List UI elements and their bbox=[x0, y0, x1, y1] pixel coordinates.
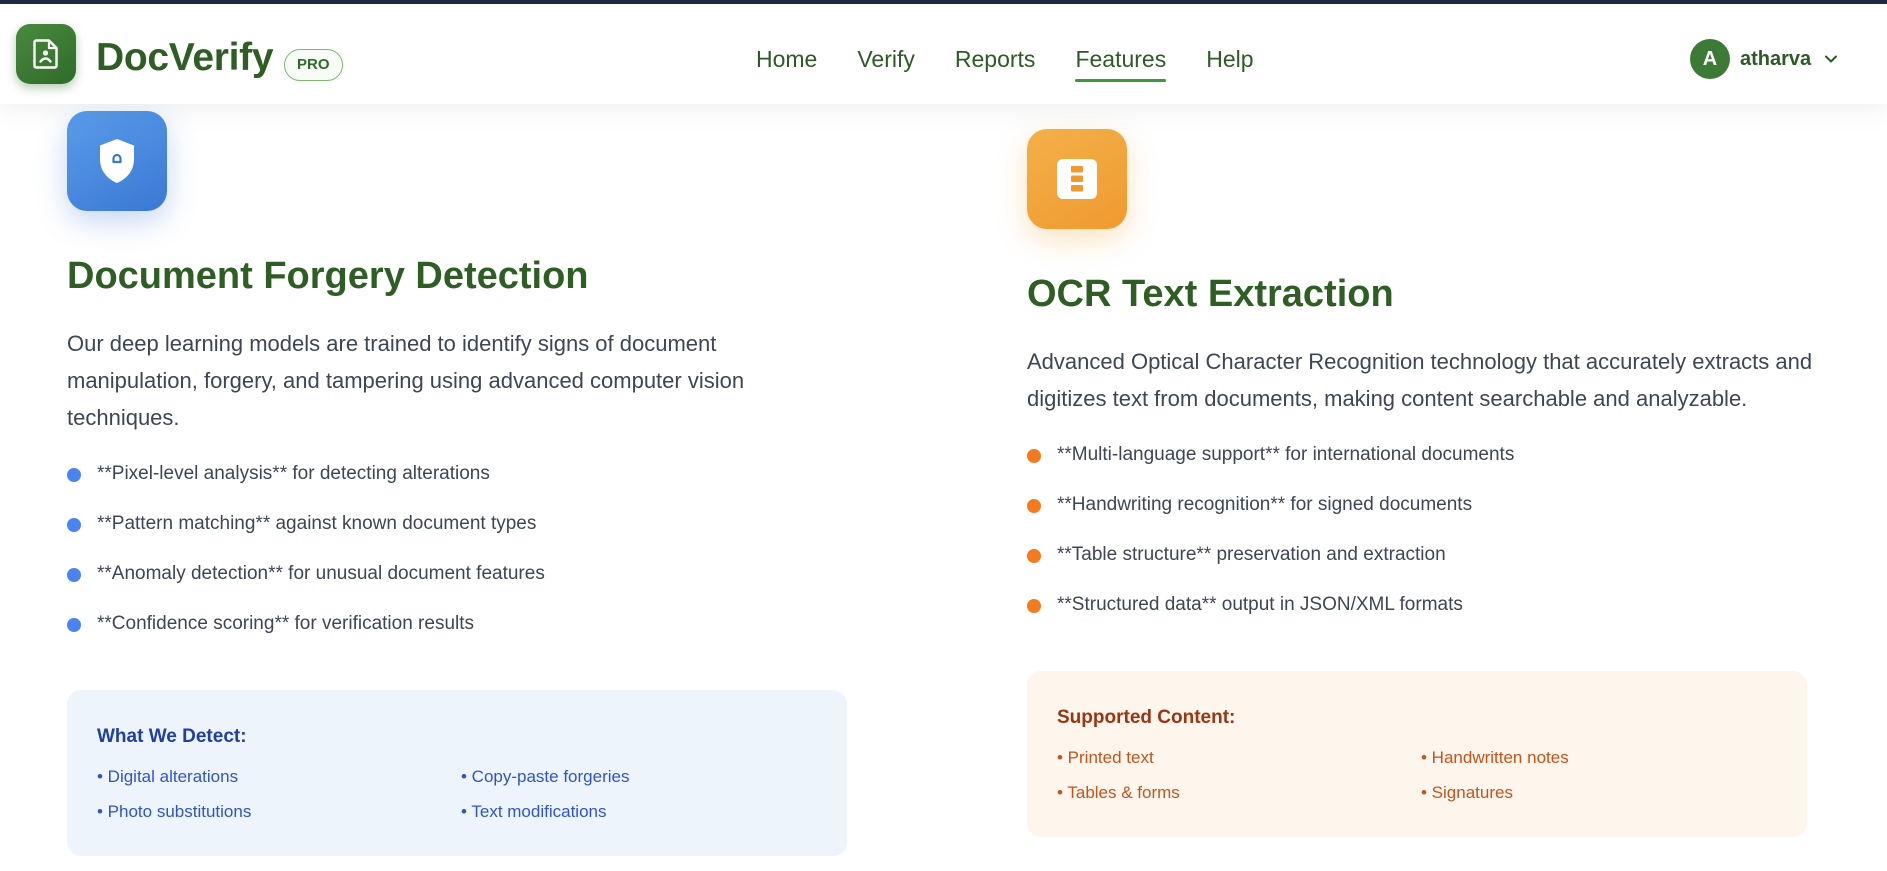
user-name[interactable]: atharva bbox=[1740, 39, 1811, 79]
list-item: **Confidence scoring** for verification … bbox=[67, 610, 847, 660]
nav-reports[interactable]: Reports bbox=[955, 42, 1036, 76]
nav-features[interactable]: Features bbox=[1075, 42, 1166, 82]
nav-help[interactable]: Help bbox=[1206, 42, 1253, 76]
nav-verify[interactable]: Verify bbox=[857, 42, 915, 76]
box-item: • Printed text bbox=[1057, 748, 1154, 767]
bullet-dot bbox=[1027, 549, 1041, 563]
user-menu[interactable]: A atharva bbox=[1690, 39, 1839, 79]
list-item: **Structured data** output in JSON/XML f… bbox=[1027, 591, 1807, 641]
box-grid: • Printed text • Handwritten notes • Tab… bbox=[1057, 745, 1777, 806]
main-nav: Home Verify Reports Features Help bbox=[756, 42, 1294, 82]
box-title: Supported Content: bbox=[1057, 707, 1236, 728]
feature-ocr-extraction: OCR Text Extraction Advanced Optical Cha… bbox=[1027, 129, 1812, 837]
nav-home[interactable]: Home bbox=[756, 42, 817, 76]
brand-name[interactable]: DocVerify bbox=[96, 34, 274, 82]
pro-badge: PRO bbox=[284, 49, 343, 81]
box-item: • Copy-paste forgeries bbox=[461, 767, 630, 786]
bullet-dot bbox=[67, 518, 81, 532]
list-item: **Anomaly detection** for unusual docume… bbox=[67, 560, 847, 610]
avatar[interactable]: A bbox=[1690, 39, 1730, 79]
list-item: **Pixel-level analysis** for detecting a… bbox=[67, 460, 847, 510]
bullet-dot bbox=[67, 468, 81, 482]
app-header: DocVerify PRO Home Verify Reports Featur… bbox=[0, 4, 1887, 104]
feature-forgery-detection: Document Forgery Detection Our deep lear… bbox=[67, 111, 847, 856]
list-item: **Pattern matching** against known docum… bbox=[67, 510, 847, 560]
bullet-dot bbox=[1027, 449, 1041, 463]
list-item: **Table structure** preservation and ext… bbox=[1027, 541, 1807, 591]
feature-bullet-list: **Multi-language support** for internati… bbox=[1027, 441, 1807, 641]
box-item: • Handwritten notes bbox=[1421, 748, 1569, 767]
feature-title: Document Forgery Detection bbox=[67, 255, 589, 297]
what-we-detect-box: What We Detect: • Digital alterations • … bbox=[67, 690, 847, 856]
box-title: What We Detect: bbox=[97, 726, 247, 747]
document-text-icon bbox=[1027, 129, 1127, 229]
feature-description: Our deep learning models are trained to … bbox=[67, 331, 745, 430]
box-item: • Photo substitutions bbox=[97, 802, 252, 821]
feature-title: OCR Text Extraction bbox=[1027, 273, 1394, 315]
document-user-icon bbox=[33, 39, 58, 69]
box-grid: • Digital alterations • Copy-paste forge… bbox=[97, 764, 817, 825]
box-item: • Signatures bbox=[1421, 783, 1513, 802]
feature-bullet-list: **Pixel-level analysis** for detecting a… bbox=[67, 460, 847, 660]
list-item: **Multi-language support** for internati… bbox=[1027, 441, 1807, 491]
shield-icon bbox=[67, 111, 167, 211]
bullet-dot bbox=[1027, 599, 1041, 613]
list-item: **Handwriting recognition** for signed d… bbox=[1027, 491, 1807, 541]
logo-icon[interactable] bbox=[16, 24, 76, 84]
box-item: • Tables & forms bbox=[1057, 783, 1180, 802]
feature-description: Advanced Optical Character Recognition t… bbox=[1027, 349, 1813, 411]
box-item: • Text modifications bbox=[461, 802, 607, 821]
box-item: • Digital alterations bbox=[97, 767, 239, 786]
bullet-dot bbox=[1027, 499, 1041, 513]
bullet-dot bbox=[67, 618, 81, 632]
chevron-down-icon[interactable] bbox=[1823, 51, 1839, 67]
bullet-dot bbox=[67, 568, 81, 582]
supported-content-box: Supported Content: • Printed text • Hand… bbox=[1027, 671, 1807, 837]
